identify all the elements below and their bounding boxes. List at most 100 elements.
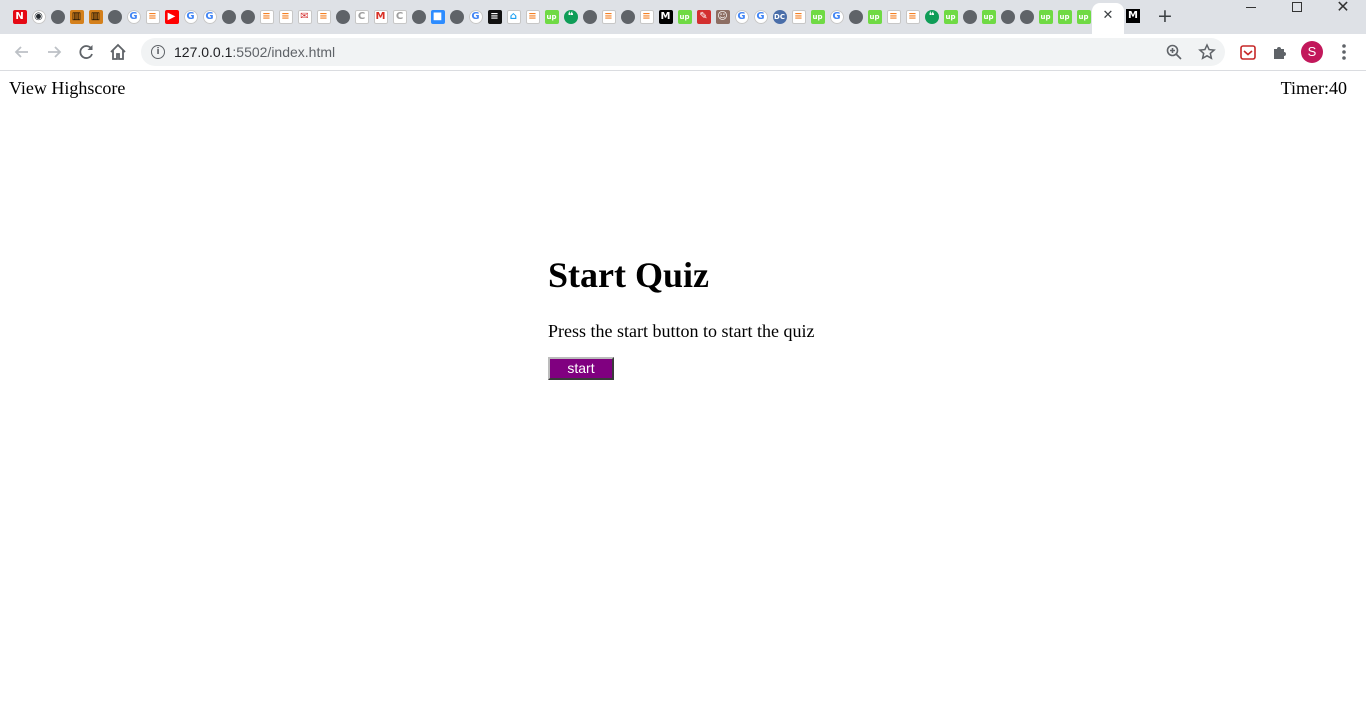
tab-google[interactable]: G [200, 8, 219, 26]
tab-stackoverflow[interactable]: ≡ [143, 8, 162, 26]
tab-dc[interactable]: DC [770, 8, 789, 26]
mailbox-icon: ✉ [297, 10, 312, 24]
url-text[interactable]: 127.0.0.1:5502/index.html [174, 43, 335, 61]
stackoverflow-icon: ≡ [639, 10, 654, 24]
tab-stackoverflow[interactable]: ≡ [314, 8, 333, 26]
tab-bookshelf[interactable]: ▥ [67, 8, 86, 26]
start-button[interactable]: start [548, 357, 614, 380]
tab-globe[interactable] [447, 8, 466, 26]
tab-bird[interactable]: ⌂ [504, 8, 523, 26]
globe-icon [240, 10, 255, 24]
tab-globe[interactable] [618, 8, 637, 26]
upwork-icon: up [943, 10, 958, 24]
tab-stackoverflow[interactable]: ≡ [789, 8, 808, 26]
tab-globe[interactable] [409, 8, 428, 26]
globe-icon [962, 10, 977, 24]
github-icon: ◉ [31, 10, 46, 24]
zoom-icon[interactable] [1165, 43, 1183, 61]
tab-upwork[interactable]: up [1036, 8, 1055, 26]
zoom-app-icon: ■ [430, 10, 445, 24]
tab-globe[interactable] [960, 8, 979, 26]
globe-icon [221, 10, 236, 24]
tab-globe[interactable] [238, 8, 257, 26]
tab-upwork[interactable]: up [979, 8, 998, 26]
address-bar[interactable]: i 127.0.0.1:5502/index.html [141, 38, 1225, 66]
more-menu-icon[interactable] [1334, 41, 1354, 63]
tab-globe[interactable] [998, 8, 1017, 26]
upwork-icon: up [1038, 10, 1053, 24]
extensions-puzzle-icon[interactable] [1269, 41, 1291, 63]
back-arrow-icon[interactable] [11, 41, 33, 63]
tab-stackoverflow[interactable]: ≡ [599, 8, 618, 26]
view-highscore-link[interactable]: View Highscore [9, 77, 125, 99]
globe-icon [848, 10, 863, 24]
forward-arrow-icon[interactable] [43, 41, 65, 63]
tab-codepen[interactable]: C [352, 8, 371, 26]
google-icon: G [126, 10, 141, 24]
tab-google[interactable]: G [124, 8, 143, 26]
home-icon[interactable] [107, 41, 129, 63]
tab-github[interactable]: ◉ [29, 8, 48, 26]
tab-zoom-app[interactable]: ■ [428, 8, 447, 26]
maximize-button[interactable] [1274, 0, 1320, 16]
tab-globe[interactable] [333, 8, 352, 26]
tab-stackoverflow[interactable]: ≡ [276, 8, 295, 26]
tab-codepen[interactable]: C [390, 8, 409, 26]
close-icon[interactable]: ✕ [1100, 8, 1116, 24]
reload-icon[interactable] [75, 41, 97, 63]
tab-youtube[interactable]: ▶ [162, 8, 181, 26]
upwork-icon: up [544, 10, 559, 24]
window-close-button[interactable]: ✕ [1320, 0, 1366, 16]
tab-stackoverflow[interactable]: ≡ [637, 8, 656, 26]
tab-google[interactable]: G [827, 8, 846, 26]
tab-bookmark-app[interactable]: ≡ [485, 8, 504, 26]
tab-globe[interactable] [1017, 8, 1036, 26]
tab-google[interactable]: G [751, 8, 770, 26]
tab-upwork[interactable]: up [675, 8, 694, 26]
medium-icon[interactable]: M [1126, 9, 1140, 23]
tab-stackoverflow[interactable]: ≡ [884, 8, 903, 26]
tab-globe[interactable] [580, 8, 599, 26]
tab-upwork[interactable]: up [1055, 8, 1074, 26]
tab-upwork[interactable]: up [941, 8, 960, 26]
tab-mailbox[interactable]: ✉ [295, 8, 314, 26]
tab-hangouts[interactable]: ❝ [922, 8, 941, 26]
tab-globe[interactable] [48, 8, 67, 26]
tab-upwork[interactable]: up [1074, 8, 1093, 26]
tab-upwork[interactable]: up [865, 8, 884, 26]
tab-upwork[interactable]: up [808, 8, 827, 26]
new-tab-button[interactable]: + [1155, 6, 1175, 26]
info-icon[interactable]: i [151, 45, 165, 59]
tab-google[interactable]: G [181, 8, 200, 26]
tab-profile-photo[interactable]: ☺ [713, 8, 732, 26]
bookshelf-icon: ▥ [69, 10, 84, 24]
tab-globe[interactable] [219, 8, 238, 26]
tab-google[interactable]: G [732, 8, 751, 26]
tab-gmail[interactable]: M [371, 8, 390, 26]
tab-medium[interactable]: M [656, 8, 675, 26]
tab-google[interactable]: G [466, 8, 485, 26]
google-icon: G [468, 10, 483, 24]
bookshelf-icon: ▥ [88, 10, 103, 24]
stackoverflow-icon: ≡ [259, 10, 274, 24]
minimize-button[interactable] [1228, 0, 1274, 16]
tab-stackoverflow[interactable]: ≡ [523, 8, 542, 26]
stackoverflow-icon: ≡ [316, 10, 331, 24]
bookmark-star-icon[interactable] [1198, 43, 1216, 61]
bookmark-app-icon: ≡ [487, 10, 502, 24]
google-icon: G [734, 10, 749, 24]
tab-globe[interactable] [105, 8, 124, 26]
profile-avatar[interactable]: S [1301, 41, 1323, 63]
tab-hangouts[interactable]: ❝ [561, 8, 580, 26]
tab-upwork[interactable]: up [542, 8, 561, 26]
tab-netflix[interactable]: N [10, 8, 29, 26]
medium-icon: M [658, 10, 673, 24]
tab-globe[interactable] [846, 8, 865, 26]
profile-photo-icon: ☺ [715, 10, 730, 24]
tab-bookshelf[interactable]: ▥ [86, 8, 105, 26]
tab-stackoverflow[interactable]: ≡ [903, 8, 922, 26]
upwork-icon: up [810, 10, 825, 24]
tab-pen[interactable]: ✎ [694, 8, 713, 26]
tab-stackoverflow[interactable]: ≡ [257, 8, 276, 26]
pocket-extension-icon[interactable] [1237, 41, 1259, 63]
